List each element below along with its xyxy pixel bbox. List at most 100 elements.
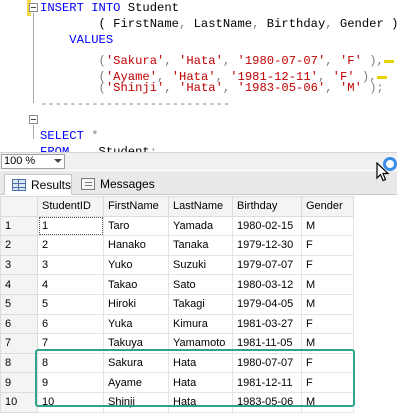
cell-gender[interactable]: M [301,391,354,413]
cell-studentid[interactable]: 5 [37,293,104,315]
cell-firstname[interactable]: Shinji [103,391,169,413]
sql-code[interactable]: INSERT INTO Student ( FirstName, LastNam… [40,0,397,160]
table-row[interactable]: 1 1 Taro Yamada 1980-02-15 M [0,215,354,237]
cell-lastname[interactable]: Hata [168,391,233,413]
col-header-lastname[interactable]: LastName [168,196,233,217]
cell-gender[interactable]: M [301,274,354,295]
cell-lastname[interactable]: Yamada [168,215,233,237]
code-line[interactable]: VALUES [40,32,397,48]
cell-lastname[interactable]: Hata [168,372,233,393]
cell-gender[interactable]: F [301,235,354,256]
cell-gender[interactable]: M [301,215,354,237]
warning-squiggle [383,48,394,64]
row-number[interactable]: 4 [0,274,38,295]
cell-lastname[interactable]: Kimura [168,313,233,335]
table-row[interactable]: 5 5 Hiroki Takagi 1979-04-05 M [0,293,354,315]
cell-firstname[interactable]: Yuka [103,313,169,335]
tab-messages-label: Messages [100,177,155,191]
table-row[interactable]: 4 4 Takao Sato 1980-03-12 M [0,274,354,295]
table-row[interactable]: 9 9 Ayame Hata 1981-12-11 F [0,372,354,393]
table-row[interactable]: 7 7 Takuya Yamamoto 1981-11-05 M [0,333,354,354]
cell-gender[interactable]: F [301,372,354,393]
code-line[interactable]: INSERT INTO Student [40,0,397,16]
cell-gender[interactable]: F [301,254,354,276]
code-line[interactable]: -------------------------- [40,96,397,112]
cell-firstname[interactable]: Takao [103,274,169,295]
cell-firstname[interactable]: Takuya [103,333,169,354]
cell-studentid[interactable]: 10 [37,391,104,413]
table-row[interactable]: 3 3 Yuko Suzuki 1979-07-07 F [0,254,354,276]
cell-lastname[interactable]: Sato [168,274,233,295]
code-line[interactable] [40,112,397,128]
row-number[interactable]: 7 [0,333,38,354]
tab-messages[interactable]: Messages [74,174,156,195]
cell-lastname[interactable]: Tanaka [168,235,233,256]
cell-birthday[interactable]: 1979-07-07 [232,254,302,276]
cell-birthday[interactable]: 1981-11-05 [232,333,302,354]
cell-gender[interactable]: M [301,333,354,354]
cell-birthday[interactable]: 1979-04-05 [232,293,302,315]
cell-firstname[interactable]: Taro [103,215,169,237]
col-header-firstname[interactable]: FirstName [103,196,169,217]
results-grid[interactable]: StudentID FirstName LastName Birthday Ge… [0,196,397,416]
cell-studentid[interactable]: 1 [37,215,104,237]
code-line[interactable]: ('Sakura', 'Hata', '1980-07-07', 'F' ), [40,48,397,68]
cell-lastname[interactable]: Suzuki [168,254,233,276]
cell-firstname[interactable]: Sakura [103,352,169,374]
cell-studentid[interactable]: 3 [37,254,104,276]
cell-birthday[interactable]: 1980-02-15 [232,215,302,237]
cell-firstname[interactable]: Yuko [103,254,169,276]
cell-studentid[interactable]: 9 [37,372,104,393]
table-row[interactable]: 6 6 Yuka Kimura 1981-03-27 F [0,313,354,335]
code-token: , [222,81,238,95]
code-line[interactable]: ('Ayame', 'Hata', '1981-12-11', 'F' ), [40,64,397,84]
cell-studentid[interactable]: 6 [37,313,104,335]
table-row[interactable]: 10 10 Shinji Hata 1983-05-06 M [0,391,354,413]
cell-birthday[interactable]: 1983-05-06 [232,391,302,413]
table-row[interactable]: 2 2 Hanako Tanaka 1979-12-30 F [0,235,354,256]
cell-lastname[interactable]: Yamamoto [168,333,233,354]
cell-birthday[interactable]: 1980-03-12 [232,274,302,295]
cell-gender[interactable]: F [301,313,354,335]
code-line[interactable]: ('Shinji', 'Hata', '1983-05-06', 'M' ); [40,80,397,96]
sql-editor[interactable]: INSERT INTO Student ( FirstName, LastNam… [0,0,397,159]
cell-lastname[interactable]: Takagi [168,293,233,315]
cell-firstname[interactable]: Hiroki [103,293,169,315]
row-number[interactable]: 6 [0,313,38,335]
collapse-toggle-insert[interactable] [29,3,38,12]
cell-studentid[interactable]: 7 [37,333,104,354]
table-row[interactable]: 8 8 Sakura Hata 1980-07-07 F [0,352,354,374]
cell-firstname[interactable]: Hanako [103,235,169,256]
tab-results[interactable]: Results [4,174,72,195]
cell-lastname[interactable]: Hata [168,352,233,374]
cell-gender[interactable]: F [301,352,354,374]
code-token: 'M' [339,81,362,95]
row-number[interactable]: 2 [0,235,38,256]
cell-birthday[interactable]: 1979-12-30 [232,235,302,256]
col-header-studentid[interactable]: StudentID [37,196,104,217]
cell-gender[interactable]: M [301,293,354,315]
col-header-birthday[interactable]: Birthday [232,196,302,217]
collapse-toggle-select[interactable] [29,115,38,124]
row-number[interactable]: 10 [0,391,38,413]
row-number[interactable]: 9 [0,372,38,393]
row-number[interactable]: 8 [0,352,38,374]
row-number[interactable]: 5 [0,293,38,315]
code-line[interactable]: ( FirstName, LastName, Birthday, Gender … [40,16,397,32]
mouse-cursor-icon [376,162,390,182]
cell-birthday[interactable]: 1981-03-27 [232,313,302,335]
zoom-select[interactable]: 100 % [1,154,65,169]
cell-birthday[interactable]: 1981-12-11 [232,372,302,393]
row-number[interactable]: 1 [0,215,38,237]
row-number[interactable]: 3 [0,254,38,276]
code-token: Birthday [259,17,326,31]
row-header-corner[interactable] [0,196,38,217]
cell-studentid[interactable]: 4 [37,274,104,295]
code-token: INTO [91,1,121,15]
cell-firstname[interactable]: Ayame [103,372,169,393]
cell-studentid[interactable]: 8 [37,352,104,374]
col-header-gender[interactable]: Gender [301,196,354,217]
cell-birthday[interactable]: 1980-07-07 [232,352,302,374]
code-line[interactable]: SELECT * [40,128,397,144]
cell-studentid[interactable]: 2 [37,235,104,256]
